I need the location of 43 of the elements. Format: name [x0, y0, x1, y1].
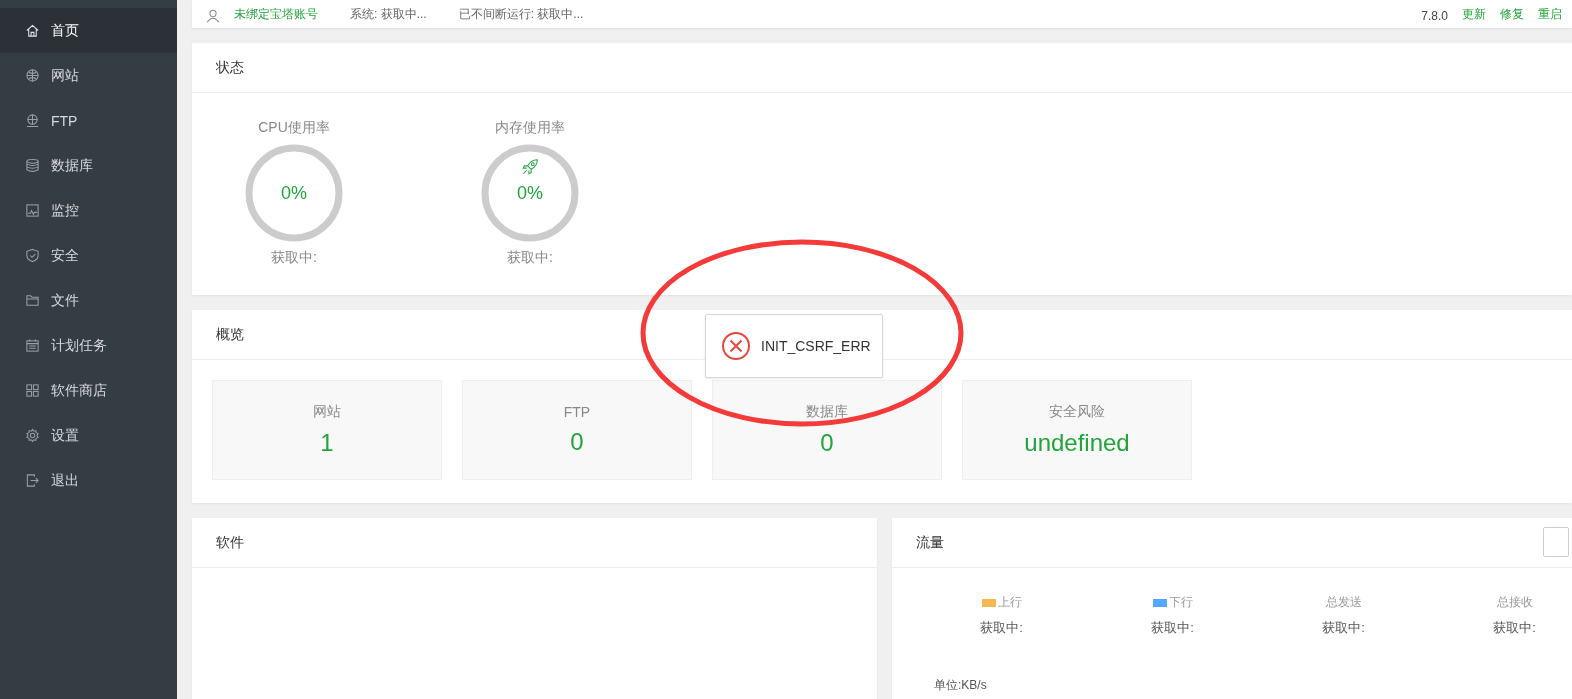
sidebar-item[interactable]: 监控	[0, 188, 177, 233]
stat-label: 总发送	[1325, 594, 1362, 611]
gauge-label: CPU使用率	[258, 119, 330, 137]
sidebar-item[interactable]: 安全	[0, 233, 177, 278]
overview-tile[interactable]: 数据库 0	[712, 380, 942, 480]
stat-label: 上行	[997, 594, 1022, 611]
tile-value: 0	[820, 429, 834, 457]
stat-label: 总接收	[1496, 594, 1533, 611]
unit-label: 单位:KB/s	[933, 677, 988, 694]
sidebar-item[interactable]: 软件商店	[0, 368, 177, 413]
tile-label: 网站	[313, 403, 341, 421]
sidebar-item[interactable]: 首页	[0, 8, 177, 53]
tile-value: undefined	[1024, 429, 1130, 457]
tile-label: 安全风险	[1049, 403, 1105, 421]
gauge-value: 0%	[281, 182, 307, 204]
overview-tile[interactable]: 网站 1	[212, 380, 442, 480]
sidebar-item[interactable]: 网站	[0, 53, 177, 98]
version-text: 7.8.0	[1421, 9, 1448, 23]
tile-label: FTP	[563, 404, 591, 420]
card-title: 状态	[192, 43, 1572, 93]
gauge-caption: 获取中:	[271, 249, 317, 267]
gauge-caption: 获取中:	[507, 249, 553, 267]
sidebar-item[interactable]: 计划任务	[0, 323, 177, 368]
error-message: INIT_CSRF_ERR	[761, 338, 871, 354]
tile-label: 数据库	[806, 403, 848, 421]
sidebar-item[interactable]: FTP	[0, 98, 177, 143]
sidebar-item[interactable]: 设置	[0, 413, 177, 458]
stat-value: 获取中:	[980, 619, 1023, 637]
stat-label: 下行	[1168, 594, 1193, 611]
stat-value: 获取中:	[1151, 619, 1194, 637]
tile-value: 0	[570, 428, 584, 456]
sidebar-item[interactable]: 退出	[0, 458, 177, 503]
overview-tile[interactable]: 安全风险 undefined	[962, 380, 1192, 480]
uptime-info: 已不间断运行: 获取中...	[458, 6, 584, 23]
sidebar-item[interactable]: 文件	[0, 278, 177, 323]
gauge-value: 0%	[517, 182, 543, 204]
tile-value: 1	[320, 429, 334, 457]
card-title: 软件	[192, 518, 877, 568]
system-info: 系统: 获取中...	[350, 6, 427, 23]
stat-value: 获取中:	[1322, 619, 1365, 637]
gauge-label: 内存使用率	[495, 119, 565, 137]
stat-value: 获取中:	[1493, 619, 1536, 637]
sidebar-item[interactable]: 数据库	[0, 143, 177, 188]
